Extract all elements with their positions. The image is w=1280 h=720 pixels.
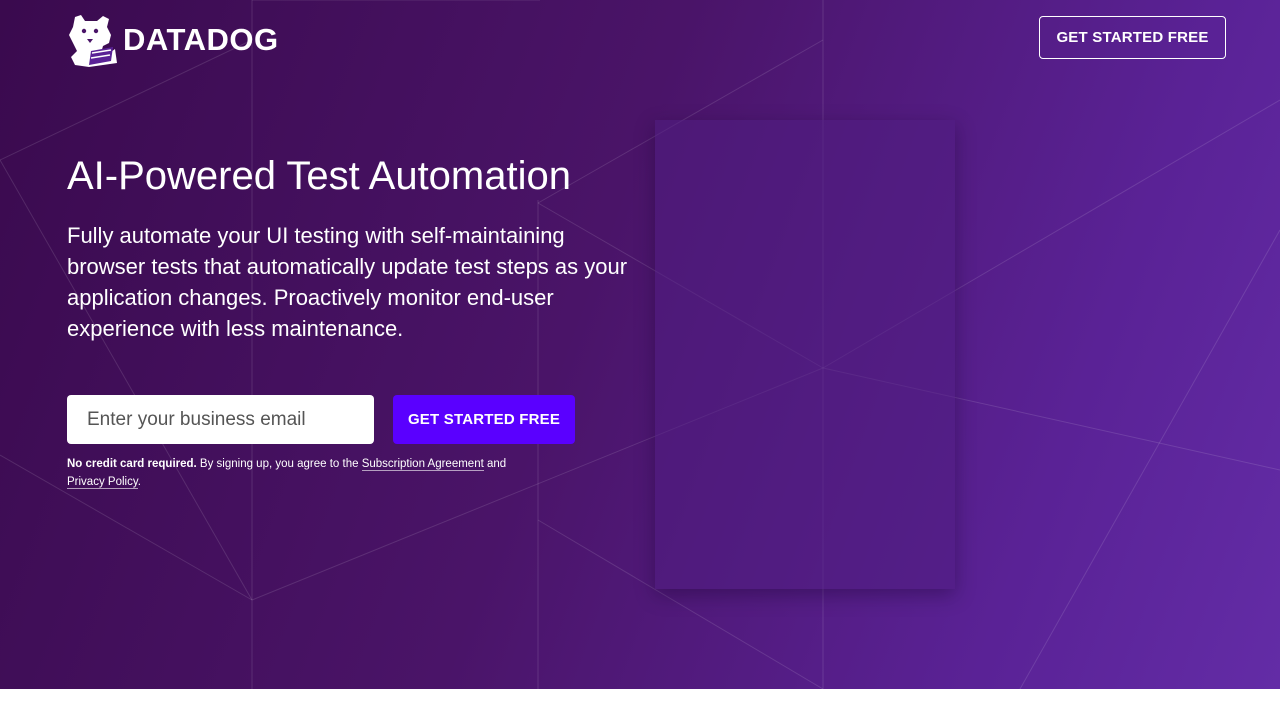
get-started-button[interactable]: GET STARTED FREE xyxy=(393,395,575,444)
page-below-fold xyxy=(0,689,1280,720)
disclaimer-conjunction: and xyxy=(483,458,507,470)
page-title: AI-Powered Test Automation xyxy=(67,154,571,198)
subscription-agreement-link[interactable]: Subscription Agreement xyxy=(361,458,484,471)
no-credit-card-note: No credit card required. xyxy=(67,458,197,470)
background-line-pattern xyxy=(0,0,1280,689)
hero-section: DATADOG GET STARTED FREE AI-Powered Test… xyxy=(0,0,1280,689)
logo-wordmark: DATADOG xyxy=(123,22,279,57)
disclaimer-period: . xyxy=(137,476,141,488)
signup-disclaimer: No credit card required. By signing up, … xyxy=(67,455,587,491)
business-email-input[interactable] xyxy=(67,395,374,444)
datadog-logo[interactable]: DATADOG xyxy=(67,12,279,68)
header-get-started-button[interactable]: GET STARTED FREE xyxy=(1039,16,1226,59)
hero-description: Fully automate your UI testing with self… xyxy=(67,223,628,341)
datadog-bits-dog-icon xyxy=(69,15,117,67)
disclaimer-text: By signing up, you agree to the xyxy=(196,458,362,470)
product-media-frame xyxy=(655,120,955,589)
privacy-policy-link[interactable]: Privacy Policy xyxy=(67,476,138,489)
